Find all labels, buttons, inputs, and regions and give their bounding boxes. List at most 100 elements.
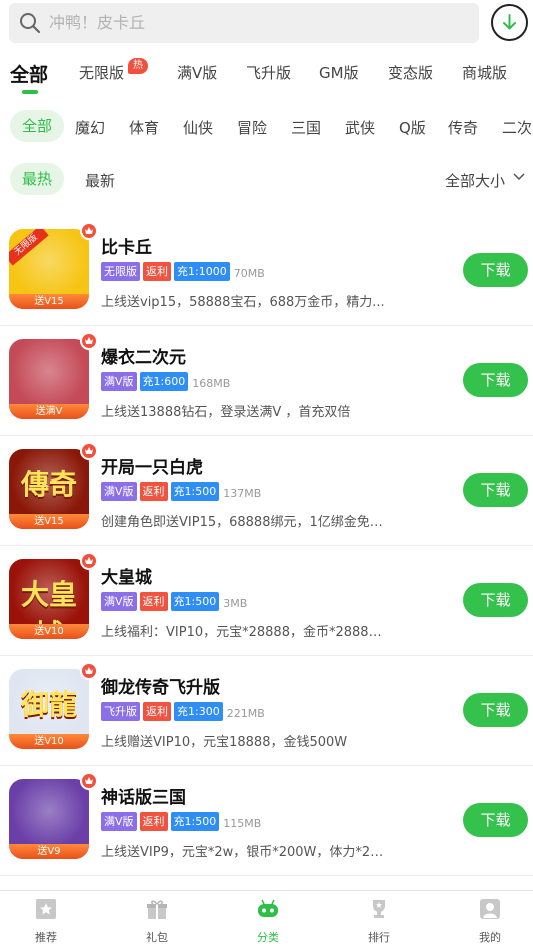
file-size: 168MB (192, 377, 231, 390)
game-icon-wrap[interactable]: 御龍 送V10 (9, 662, 98, 749)
tab-mall[interactable]: 商城版 (462, 62, 507, 83)
game-icon: 无限版 送V15 (9, 229, 89, 309)
game-tag: 满V版 (101, 482, 137, 501)
genre-anime[interactable]: 二次 (502, 117, 532, 138)
app-page: 冲鸭！皮卡丘 全部 无限版 热 满V版 飞升版 GM版 变态版 商城版 全部 魔… (0, 0, 533, 947)
game-title[interactable]: 比卡丘 (101, 233, 152, 258)
nav-recommend[interactable]: 推荐 (6, 891, 86, 947)
game-list-item[interactable]: 大皇城 送V10 大皇城 满V版返利充1:5003MB 上线福利：VIP10，元… (0, 546, 533, 656)
game-list-item[interactable]: 送满V 爆衣二次元 满V版 充1:600 168MB 上线送13888钻石，登录送满… (0, 326, 533, 436)
game-description: 上线送VIP9，元宝*2w，银币*200W，体力*200！ (101, 845, 391, 860)
vip-ribbon: 送V10 (9, 734, 89, 749)
game-tag: 充1:300 (174, 702, 223, 721)
download-manager-button[interactable] (491, 4, 528, 41)
game-list-item[interactable]: 送V9 神话版三国 满V版 返利 充1:500 115MB 上线送VIP9，元宝*2w… (0, 766, 533, 876)
sort-hottest[interactable]: 最热 (10, 163, 64, 195)
game-description: 上线福利：VIP10，元宝*28888，金币*2888W！ (101, 625, 391, 640)
game-list-item[interactable]: 御龍 送V10 御龙传奇飞升版 飞升版 返利 充1:300 221MB 上线赠送VIP… (0, 656, 533, 766)
game-icon-wrap[interactable]: 无限版 送V15 (9, 222, 98, 309)
game-icon-wrap[interactable]: 傳奇 送V15 (9, 442, 98, 529)
icon-art-text: 傳奇 (20, 468, 77, 501)
game-icon-wrap[interactable]: 送满V (9, 332, 98, 419)
game-title[interactable]: 开局一只白虎 (101, 453, 203, 478)
genre-xianxia[interactable]: 仙侠 (183, 117, 213, 138)
corner-label: 无限版 (9, 229, 49, 266)
vip-ribbon: 送满V (9, 404, 89, 419)
genre-tabs: 全部 魔幻 体育 仙侠 冒险 三国 武侠 Q版 传奇 二次 (0, 110, 533, 144)
search-icon (20, 13, 41, 34)
hot-badge: 热 (128, 58, 148, 74)
vip-ribbon: 送V15 (9, 294, 89, 309)
genre-wuxia[interactable]: 武侠 (345, 117, 375, 138)
game-title[interactable]: 爆衣二次元 (101, 343, 186, 368)
game-tag: 返利 (139, 482, 168, 501)
game-tag: 返利 (139, 592, 168, 611)
crown-badge-icon (80, 662, 98, 680)
crown-badge-icon (80, 772, 98, 790)
game-description: 创建角色即送VIP15，68888绑元，1亿绑金免费领 (101, 515, 391, 530)
search-placeholder: 冲鸭！皮卡丘 (49, 13, 146, 32)
game-title[interactable]: 神话版三国 (101, 783, 186, 808)
file-size: 137MB (223, 487, 262, 500)
game-description: 上线赠送VIP10，元宝18888，金钱500W (101, 735, 348, 750)
download-button[interactable]: 下载 (463, 693, 528, 727)
version-tabs: 全部 无限版 热 满V版 飞升版 GM版 变态版 商城版 (0, 56, 533, 100)
genre-three-kingdoms[interactable]: 三国 (291, 117, 321, 138)
sort-newest[interactable]: 最新 (85, 170, 115, 191)
download-button[interactable]: 下载 (463, 583, 528, 617)
genre-all[interactable]: 全部 (10, 110, 64, 142)
genre-adventure[interactable]: 冒险 (237, 117, 267, 138)
game-description: 上线送vip15，58888宝石，688万金币，精力... (101, 295, 385, 310)
genre-fantasy[interactable]: 魔幻 (75, 117, 105, 138)
genre-sports[interactable]: 体育 (129, 117, 159, 138)
download-button[interactable]: 下载 (463, 253, 528, 287)
game-icon-wrap[interactable]: 送V9 (9, 772, 98, 859)
game-title[interactable]: 御龙传奇飞升版 (101, 673, 220, 698)
user-icon (480, 899, 500, 919)
file-size: 3MB (223, 597, 248, 610)
game-icon-wrap[interactable]: 大皇城 送V10 (9, 552, 98, 639)
tab-bt[interactable]: 变态版 (388, 62, 433, 83)
game-icon: 送满V (9, 339, 89, 419)
game-tag: 满V版 (101, 592, 137, 611)
tag-row: 满V版 返利 充1:500 3MB (101, 592, 247, 611)
nav-mine[interactable]: 我的 (450, 891, 530, 947)
genre-q-style[interactable]: Q版 (399, 117, 426, 138)
download-button[interactable]: 下载 (463, 363, 528, 397)
nav-category[interactable]: 分类 (228, 891, 308, 947)
game-icon: 御龍 送V10 (9, 669, 89, 749)
tab-gm[interactable]: GM版 (319, 62, 359, 83)
tab-full-vip[interactable]: 满V版 (177, 62, 217, 83)
tab-ascension[interactable]: 飞升版 (246, 62, 291, 83)
genre-legend[interactable]: 传奇 (448, 117, 478, 138)
tab-all-versions[interactable]: 全部 (10, 60, 48, 87)
download-arrow-icon (503, 14, 516, 30)
crown-badge-icon (80, 552, 98, 570)
game-tag: 飞升版 (101, 702, 140, 721)
download-button[interactable]: 下载 (463, 473, 528, 507)
game-tag: 充1:500 (170, 812, 220, 831)
game-title[interactable]: 大皇城 (101, 563, 152, 588)
game-list-item[interactable]: 傳奇 送V15 开局一只白虎 满V版 返利 充1:500 137MB 创建角色即送VI… (0, 436, 533, 546)
game-description: 上线送13888钻石，登录送满V ，首充双倍 (101, 405, 351, 420)
nav-label: 排行 (368, 931, 390, 944)
download-button[interactable]: 下载 (463, 803, 528, 837)
size-filter-dropdown[interactable]: 全部大小 (445, 170, 505, 191)
game-list-item[interactable]: 无限版 送V15 比卡丘 无限版 返利 充1:1000 70MB 上线送vip15，5… (0, 216, 533, 326)
file-size: 115MB (223, 817, 262, 830)
search-bar-row: 冲鸭！皮卡丘 (0, 0, 533, 48)
search-input[interactable]: 冲鸭！皮卡丘 (9, 3, 479, 43)
tab-unlimited[interactable]: 无限版 (79, 62, 124, 83)
nav-label: 分类 (257, 931, 279, 944)
bottom-nav: 推荐 礼包 分类 排行 我的 (0, 890, 533, 947)
game-tag: 返利 (139, 812, 168, 831)
tag-row: 满V版 充1:600 168MB (101, 372, 230, 391)
nav-ranking[interactable]: 排行 (339, 891, 419, 947)
nav-gifts[interactable]: 礼包 (117, 891, 197, 947)
tag-row: 满V版 返利 充1:500 137MB (101, 482, 261, 501)
chevron-down-icon[interactable] (512, 172, 526, 182)
game-tag: 返利 (143, 262, 171, 281)
crown-badge-icon (80, 222, 98, 240)
trophy-icon (373, 900, 385, 918)
nav-label: 礼包 (146, 931, 168, 944)
